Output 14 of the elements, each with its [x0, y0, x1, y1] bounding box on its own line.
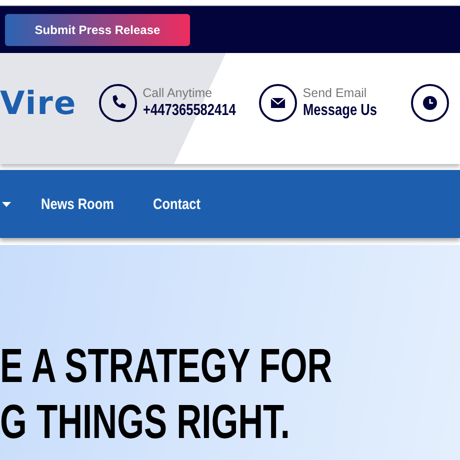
phone-icon	[98, 84, 137, 122]
contact-label: Call Anytime	[142, 84, 214, 100]
nav-link[interactable]: News Room	[41, 196, 114, 212]
caret-icon[interactable]	[2, 202, 11, 206]
contact-label: Send Email	[302, 84, 368, 100]
hero-heading-line: G THINGS RIGHT.	[0, 395, 290, 451]
logo-text[interactable]: Vire	[0, 84, 77, 122]
nav-link[interactable]: Contact	[152, 196, 200, 212]
clock-icon	[411, 84, 450, 122]
contact-value[interactable]: Message Us	[302, 100, 377, 120]
envelope-icon	[258, 84, 297, 122]
contact-value[interactable]: +447365582414	[142, 100, 236, 120]
submit-press-release-button[interactable]: Submit Press Release	[5, 14, 190, 46]
hero-heading-line: E A STRATEGY FOR	[0, 339, 332, 395]
